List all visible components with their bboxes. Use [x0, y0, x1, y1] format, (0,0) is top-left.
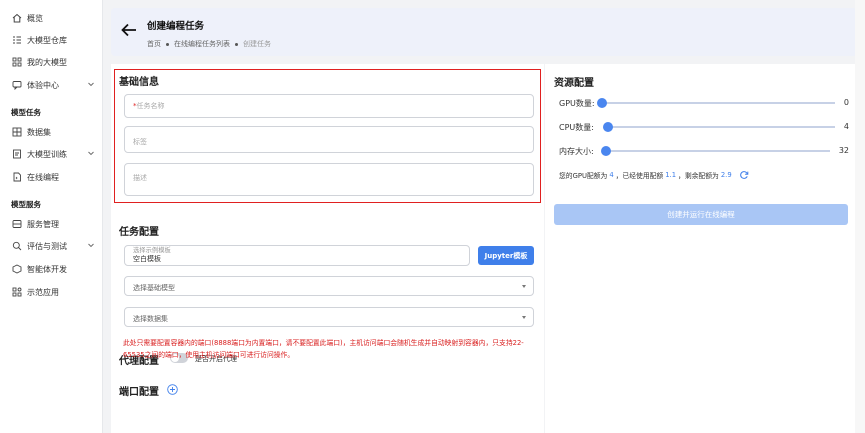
sidebar-section-service: 模型服务	[11, 200, 41, 209]
breadcrumb-separator	[235, 42, 238, 46]
tag-field[interactable]: 标签	[124, 126, 534, 153]
sidebar-item-label: 评估与测试	[27, 241, 67, 251]
sidebar-item-online-coding[interactable]: 在线编程	[0, 166, 103, 188]
sidebar-item-agent-dev[interactable]: 智能体开发	[0, 258, 103, 280]
cpu-slider-track[interactable]	[607, 126, 835, 128]
memory-slider-row: 内存大小: 32	[559, 144, 849, 158]
template-select[interactable]: 选择示例模板 空白模板	[124, 245, 470, 266]
port-notice: 此处只需要配置容器内的端口(8888端口为内置端口，请不要配置此端口)，主机访问…	[123, 339, 524, 359]
code-icon	[11, 172, 22, 183]
dataset-placeholder: 选择数据集	[133, 315, 168, 323]
sidebar-item-label: 大模型训练	[27, 149, 67, 159]
memory-label: 内存大小:	[559, 147, 594, 156]
agent-icon	[11, 264, 22, 275]
template-label: 选择示例模板	[133, 247, 171, 254]
sidebar: 概览 大模型仓库 我的大模型 体验中心 模型任务 数据集 大模型训练 在线编程 …	[0, 0, 103, 433]
sidebar-section-tasks: 模型任务	[11, 108, 41, 117]
sidebar-item-label: 概览	[27, 13, 43, 23]
page-header: 创建编程任务 首页 在线编程任务列表 创建任务	[111, 8, 857, 56]
home-icon	[11, 13, 22, 24]
breadcrumb-home[interactable]: 首页	[147, 39, 161, 49]
cpu-value: 4	[843, 122, 849, 131]
quota-left-prefix: ，剩余配额为	[678, 172, 719, 180]
grid-icon	[11, 57, 22, 68]
chat-icon	[11, 80, 22, 91]
resource-panel: 资源配置 GPU数量: 0 CPU数量: 4 内存大小: 32 您的GPU配额为…	[545, 64, 857, 433]
sidebar-item-label: 示范应用	[27, 287, 59, 297]
task-config-title: 任务配置	[119, 227, 159, 238]
task-name-field[interactable]: *任务名称	[124, 94, 534, 118]
sidebar-item-my-models[interactable]: 我的大模型	[0, 51, 103, 73]
cpu-slider-row: CPU数量: 4	[559, 120, 849, 134]
template-value: 空白模板	[133, 255, 161, 263]
gpu-slider-track[interactable]	[601, 102, 835, 104]
sidebar-item-overview[interactable]: 概览	[0, 7, 103, 29]
gpu-value: 0	[843, 98, 849, 107]
chevron-down-icon	[88, 151, 94, 156]
caret-down-icon	[522, 285, 526, 288]
memory-value: 32	[838, 146, 849, 155]
quota-prefix: 您的GPU配额为	[559, 172, 608, 180]
sidebar-item-label: 服务管理	[27, 219, 59, 229]
memory-slider-track[interactable]	[605, 150, 830, 152]
breadcrumb-separator	[166, 42, 169, 46]
page-scrollbar[interactable]	[855, 0, 865, 433]
sidebar-item-label: 我的大模型	[27, 57, 67, 67]
tag-placeholder: 标签	[133, 138, 147, 146]
chevron-down-icon	[88, 243, 94, 248]
sidebar-item-service-mgmt[interactable]: 服务管理	[0, 213, 103, 235]
gpu-slider-thumb[interactable]	[597, 98, 607, 108]
cpu-label: CPU数量:	[559, 123, 594, 132]
page-title: 创建编程任务	[147, 21, 205, 32]
list-icon	[11, 35, 22, 46]
port-config-title: 端口配置	[119, 387, 159, 398]
caret-down-icon	[522, 316, 526, 319]
basic-info-title: 基础信息	[119, 77, 159, 88]
chevron-down-icon	[88, 82, 94, 87]
server-icon	[11, 219, 22, 230]
sidebar-item-label: 智能体开发	[27, 264, 67, 274]
form-panel: 基础信息 *任务名称 标签 描述 任务配置 选择示例模板 空白模板 Jupyte…	[111, 64, 544, 433]
eval-icon	[11, 241, 22, 252]
quota-used-prefix: ，已经使用配额	[615, 172, 664, 180]
main-content: 创建编程任务 首页 在线编程任务列表 创建任务 基础信息 *任务名称 标签 描述…	[103, 0, 865, 433]
create-and-run-button[interactable]: 创建并运行在线编程	[554, 204, 848, 225]
gpu-label: GPU数量:	[559, 99, 595, 108]
sidebar-item-label: 大模型仓库	[27, 35, 67, 45]
task-name-placeholder: 任务名称	[136, 102, 165, 110]
jupyter-template-button[interactable]: Jupyter模板	[478, 246, 534, 265]
resource-config-title: 资源配置	[554, 78, 594, 89]
base-model-select[interactable]: 选择基础模型	[124, 276, 534, 296]
add-port-icon[interactable]	[167, 384, 178, 395]
quota-total: 4	[609, 171, 614, 179]
apps-icon	[11, 287, 22, 298]
sidebar-item-model-repo[interactable]: 大模型仓库	[0, 29, 103, 51]
dataset-icon	[11, 127, 22, 138]
sidebar-item-label: 体验中心	[27, 80, 59, 90]
sidebar-item-training[interactable]: 大模型训练	[0, 143, 103, 165]
gpu-slider-row: GPU数量: 0	[559, 96, 849, 110]
sidebar-item-evaluation[interactable]: 评估与测试	[0, 235, 103, 257]
refresh-icon[interactable]	[739, 170, 749, 180]
breadcrumb-task-list[interactable]: 在线编程任务列表	[174, 39, 230, 49]
quota-left: 2.9	[720, 171, 732, 179]
quota-used: 1.1	[665, 171, 677, 179]
training-icon	[11, 149, 22, 160]
memory-slider-thumb[interactable]	[601, 146, 611, 156]
dataset-select[interactable]: 选择数据集	[124, 307, 534, 327]
base-model-placeholder: 选择基础模型	[133, 284, 175, 292]
breadcrumb-current: 创建任务	[243, 40, 271, 48]
sidebar-item-label: 数据集	[27, 127, 51, 137]
sidebar-item-experience[interactable]: 体验中心	[0, 74, 103, 96]
sidebar-item-label: 在线编程	[27, 172, 59, 182]
cpu-slider-thumb[interactable]	[603, 122, 613, 132]
sidebar-item-dataset[interactable]: 数据集	[0, 121, 103, 143]
description-field[interactable]: 描述	[124, 163, 534, 196]
description-placeholder: 描述	[133, 174, 147, 182]
back-arrow-icon[interactable]	[121, 23, 137, 37]
sidebar-item-demo-apps[interactable]: 示范应用	[0, 281, 103, 303]
breadcrumb: 首页 在线编程任务列表 创建任务	[147, 39, 271, 49]
gpu-quota-info: 您的GPU配额为 4 ，已经使用配额 1.1 ，剩余配额为 2.9	[559, 170, 749, 180]
